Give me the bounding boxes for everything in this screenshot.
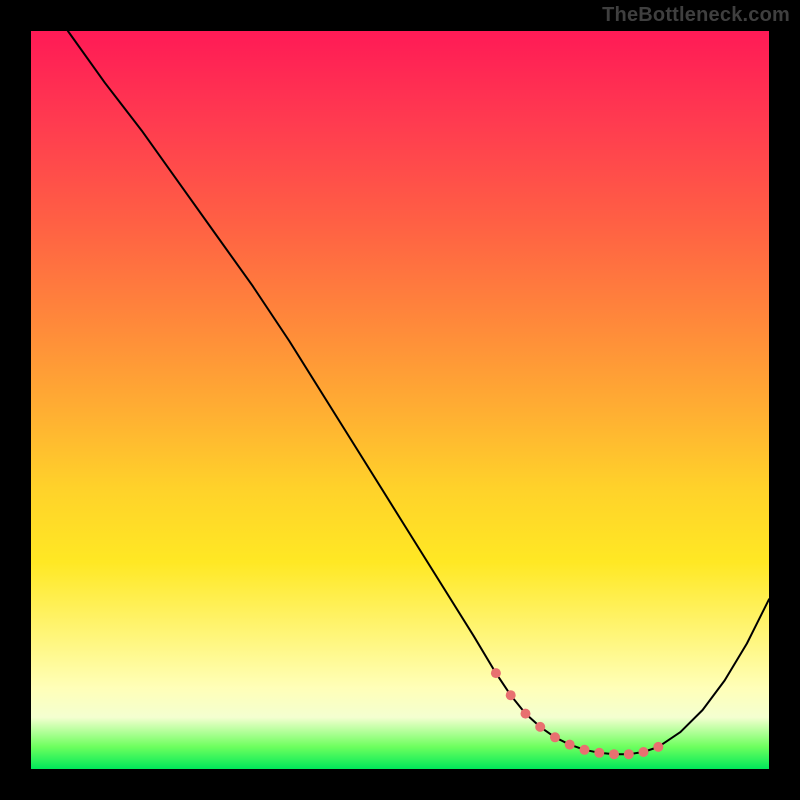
marker-group	[491, 668, 663, 759]
curve-marker	[653, 742, 663, 752]
curve-marker	[580, 745, 590, 755]
curve-marker	[565, 740, 575, 750]
curve-marker	[550, 732, 560, 742]
curve-marker	[506, 690, 516, 700]
bottleneck-curve	[68, 31, 769, 754]
curve-marker	[639, 747, 649, 757]
curve-marker	[624, 749, 634, 759]
curve-marker	[609, 749, 619, 759]
chart-frame: TheBottleneck.com	[0, 0, 800, 800]
curve-svg	[31, 31, 769, 769]
plot-area	[31, 31, 769, 769]
curve-marker	[491, 668, 501, 678]
curve-marker	[535, 722, 545, 732]
watermark-text: TheBottleneck.com	[602, 4, 790, 27]
curve-marker	[521, 709, 531, 719]
curve-marker	[594, 748, 604, 758]
